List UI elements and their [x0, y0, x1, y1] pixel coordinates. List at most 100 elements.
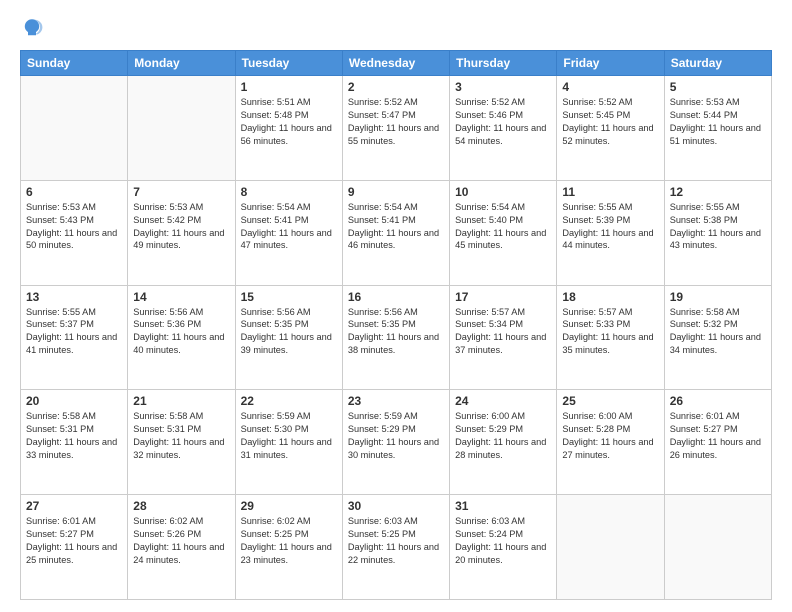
day-number: 18	[562, 290, 658, 304]
day-header-friday: Friday	[557, 51, 664, 76]
day-header-tuesday: Tuesday	[235, 51, 342, 76]
week-row-3: 20 Sunrise: 5:58 AMSunset: 5:31 PMDayligh…	[21, 390, 772, 495]
day-info: Sunrise: 5:56 AMSunset: 5:35 PMDaylight:…	[241, 306, 337, 358]
calendar-cell: 27 Sunrise: 6:01 AMSunset: 5:27 PMDayligh…	[21, 495, 128, 600]
day-info: Sunrise: 6:01 AMSunset: 5:27 PMDaylight:…	[670, 410, 766, 462]
day-info: Sunrise: 5:59 AMSunset: 5:29 PMDaylight:…	[348, 410, 444, 462]
day-info: Sunrise: 6:00 AMSunset: 5:28 PMDaylight:…	[562, 410, 658, 462]
calendar-cell: 13Sunrise: 5:55 AMSunset: 5:37 PMDayligh…	[21, 285, 128, 390]
header	[20, 16, 772, 40]
day-info: Sunrise: 5:57 AMSunset: 5:33 PMDaylight:…	[562, 306, 658, 358]
day-info: Sunrise: 5:51 AMSunset: 5:48 PMDaylight:…	[241, 96, 337, 148]
day-info: Sunrise: 5:54 AMSunset: 5:41 PMDaylight:…	[241, 201, 337, 253]
day-number: 28	[133, 499, 229, 513]
day-number: 20	[26, 394, 122, 408]
day-number: 11	[562, 185, 658, 199]
calendar-cell: 4 Sunrise: 5:52 AMSunset: 5:45 PMDaylight…	[557, 76, 664, 181]
calendar-cell: 26 Sunrise: 6:01 AMSunset: 5:27 PMDayligh…	[664, 390, 771, 495]
calendar-cell: 24 Sunrise: 6:00 AMSunset: 5:29 PMDayligh…	[450, 390, 557, 495]
day-number: 14	[133, 290, 229, 304]
day-info: Sunrise: 5:54 AMSunset: 5:41 PMDaylight:…	[348, 201, 444, 253]
calendar-cell: 21Sunrise: 5:58 AMSunset: 5:31 PMDayligh…	[128, 390, 235, 495]
calendar: SundayMondayTuesdayWednesdayThursdayFrid…	[20, 50, 772, 600]
calendar-cell: 17 Sunrise: 5:57 AMSunset: 5:34 PMDayligh…	[450, 285, 557, 390]
day-info: Sunrise: 5:55 AMSunset: 5:37 PMDaylight:…	[26, 306, 122, 358]
week-row-0: 1 Sunrise: 5:51 AMSunset: 5:48 PMDaylight…	[21, 76, 772, 181]
day-number: 21	[133, 394, 229, 408]
day-number: 23	[348, 394, 444, 408]
calendar-cell	[664, 495, 771, 600]
day-number: 31	[455, 499, 551, 513]
calendar-cell: 3Sunrise: 5:52 AMSunset: 5:46 PMDaylight…	[450, 76, 557, 181]
day-number: 17	[455, 290, 551, 304]
calendar-cell: 10 Sunrise: 5:54 AMSunset: 5:40 PMDayligh…	[450, 180, 557, 285]
calendar-cell: 12 Sunrise: 5:55 AMSunset: 5:38 PMDayligh…	[664, 180, 771, 285]
days-header-row: SundayMondayTuesdayWednesdayThursdayFrid…	[21, 51, 772, 76]
day-info: Sunrise: 5:59 AMSunset: 5:30 PMDaylight:…	[241, 410, 337, 462]
day-header-wednesday: Wednesday	[342, 51, 449, 76]
day-number: 3	[455, 80, 551, 94]
day-info: Sunrise: 5:57 AMSunset: 5:34 PMDaylight:…	[455, 306, 551, 358]
calendar-cell	[557, 495, 664, 600]
day-info: Sunrise: 5:53 AMSunset: 5:44 PMDaylight:…	[670, 96, 766, 148]
logo	[20, 16, 48, 40]
calendar-cell: 31 Sunrise: 6:03 AMSunset: 5:24 PMDayligh…	[450, 495, 557, 600]
day-info: Sunrise: 6:02 AMSunset: 5:26 PMDaylight:…	[133, 515, 229, 567]
day-number: 4	[562, 80, 658, 94]
page: SundayMondayTuesdayWednesdayThursdayFrid…	[0, 0, 792, 612]
day-header-sunday: Sunday	[21, 51, 128, 76]
calendar-cell: 8 Sunrise: 5:54 AMSunset: 5:41 PMDaylight…	[235, 180, 342, 285]
day-info: Sunrise: 5:52 AMSunset: 5:45 PMDaylight:…	[562, 96, 658, 148]
day-info: Sunrise: 6:03 AMSunset: 5:25 PMDaylight:…	[348, 515, 444, 567]
week-row-4: 27 Sunrise: 6:01 AMSunset: 5:27 PMDayligh…	[21, 495, 772, 600]
calendar-cell: 19 Sunrise: 5:58 AMSunset: 5:32 PMDayligh…	[664, 285, 771, 390]
day-info: Sunrise: 5:53 AMSunset: 5:43 PMDaylight:…	[26, 201, 122, 253]
calendar-cell: 20 Sunrise: 5:58 AMSunset: 5:31 PMDayligh…	[21, 390, 128, 495]
day-number: 12	[670, 185, 766, 199]
day-info: Sunrise: 5:52 AMSunset: 5:47 PMDaylight:…	[348, 96, 444, 148]
calendar-body: 1 Sunrise: 5:51 AMSunset: 5:48 PMDaylight…	[21, 76, 772, 600]
logo-icon	[20, 16, 44, 40]
calendar-cell	[21, 76, 128, 181]
calendar-cell: 7Sunrise: 5:53 AMSunset: 5:42 PMDaylight…	[128, 180, 235, 285]
day-header-saturday: Saturday	[664, 51, 771, 76]
day-header-monday: Monday	[128, 51, 235, 76]
day-header-thursday: Thursday	[450, 51, 557, 76]
day-number: 1	[241, 80, 337, 94]
day-number: 10	[455, 185, 551, 199]
calendar-cell: 2Sunrise: 5:52 AMSunset: 5:47 PMDaylight…	[342, 76, 449, 181]
calendar-cell: 23 Sunrise: 5:59 AMSunset: 5:29 PMDayligh…	[342, 390, 449, 495]
day-info: Sunrise: 5:58 AMSunset: 5:31 PMDaylight:…	[26, 410, 122, 462]
calendar-cell	[128, 76, 235, 181]
day-info: Sunrise: 5:58 AMSunset: 5:32 PMDaylight:…	[670, 306, 766, 358]
day-info: Sunrise: 5:54 AMSunset: 5:40 PMDaylight:…	[455, 201, 551, 253]
day-number: 7	[133, 185, 229, 199]
day-number: 25	[562, 394, 658, 408]
calendar-cell: 29Sunrise: 6:02 AMSunset: 5:25 PMDayligh…	[235, 495, 342, 600]
day-info: Sunrise: 5:55 AMSunset: 5:38 PMDaylight:…	[670, 201, 766, 253]
calendar-cell: 30Sunrise: 6:03 AMSunset: 5:25 PMDayligh…	[342, 495, 449, 600]
calendar-cell: 11Sunrise: 5:55 AMSunset: 5:39 PMDayligh…	[557, 180, 664, 285]
day-number: 15	[241, 290, 337, 304]
calendar-cell: 9 Sunrise: 5:54 AMSunset: 5:41 PMDaylight…	[342, 180, 449, 285]
day-info: Sunrise: 6:01 AMSunset: 5:27 PMDaylight:…	[26, 515, 122, 567]
day-number: 6	[26, 185, 122, 199]
day-number: 9	[348, 185, 444, 199]
calendar-cell: 16Sunrise: 5:56 AMSunset: 5:35 PMDayligh…	[342, 285, 449, 390]
day-info: Sunrise: 6:00 AMSunset: 5:29 PMDaylight:…	[455, 410, 551, 462]
day-number: 27	[26, 499, 122, 513]
calendar-header: SundayMondayTuesdayWednesdayThursdayFrid…	[21, 51, 772, 76]
day-number: 24	[455, 394, 551, 408]
week-row-2: 13Sunrise: 5:55 AMSunset: 5:37 PMDayligh…	[21, 285, 772, 390]
day-number: 19	[670, 290, 766, 304]
calendar-cell: 22Sunrise: 5:59 AMSunset: 5:30 PMDayligh…	[235, 390, 342, 495]
calendar-cell: 14 Sunrise: 5:56 AMSunset: 5:36 PMDayligh…	[128, 285, 235, 390]
calendar-cell: 15 Sunrise: 5:56 AMSunset: 5:35 PMDayligh…	[235, 285, 342, 390]
calendar-cell: 6 Sunrise: 5:53 AMSunset: 5:43 PMDaylight…	[21, 180, 128, 285]
day-number: 8	[241, 185, 337, 199]
day-info: Sunrise: 5:56 AMSunset: 5:36 PMDaylight:…	[133, 306, 229, 358]
calendar-cell: 18 Sunrise: 5:57 AMSunset: 5:33 PMDayligh…	[557, 285, 664, 390]
day-info: Sunrise: 6:02 AMSunset: 5:25 PMDaylight:…	[241, 515, 337, 567]
day-number: 26	[670, 394, 766, 408]
day-info: Sunrise: 6:03 AMSunset: 5:24 PMDaylight:…	[455, 515, 551, 567]
